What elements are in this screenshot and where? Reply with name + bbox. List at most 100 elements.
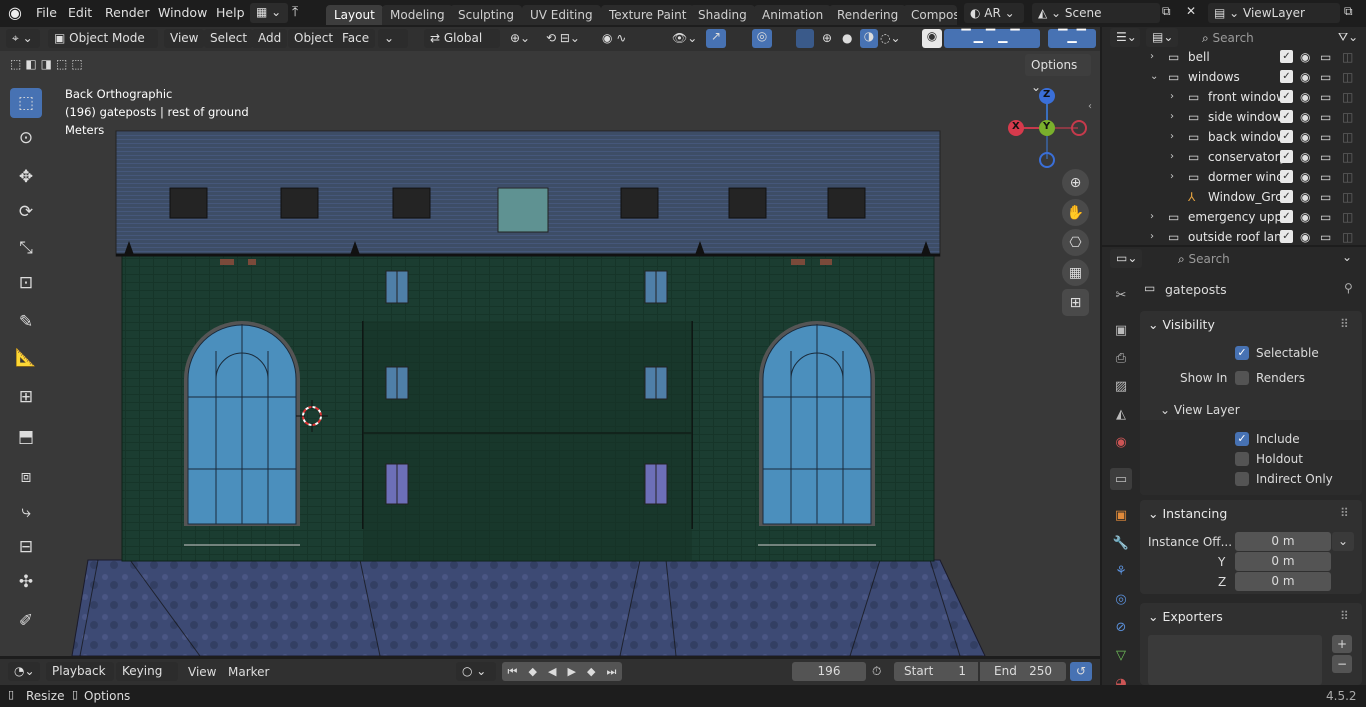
visibility-panel-header[interactable]: ⌄ Visibility (1148, 317, 1215, 332)
exclude-checkbox[interactable]: ✓ (1280, 130, 1293, 143)
render-tab-icon[interactable]: ▣ (1110, 319, 1132, 341)
instance-offset-x-field[interactable]: 0 m (1235, 532, 1331, 551)
outliner-item[interactable]: › ▭ front window ✓ ◉ ▭ ◫ (1102, 87, 1366, 107)
chevron-right-icon[interactable]: › (1150, 227, 1154, 247)
world-tab-icon[interactable]: ◉ (1110, 431, 1132, 453)
tab-sculpting[interactable]: Sculpting (450, 5, 523, 25)
eye-icon[interactable]: ◉ (1300, 67, 1310, 87)
pan-hand-icon[interactable]: ✋ (1062, 199, 1089, 226)
exporters-drag-handle-icon[interactable]: ⠿ (1340, 609, 1349, 623)
delete-scene-icon[interactable]: ✕ (1186, 4, 1196, 18)
new-view-layer-icon[interactable]: ⧉ (1344, 4, 1353, 19)
tab-uv-editing[interactable]: UV Editing (522, 5, 601, 25)
next-keyframe-icon[interactable]: ◆ (587, 665, 595, 678)
monitor-icon[interactable]: ▭ (1320, 107, 1331, 127)
chevron-right-icon[interactable]: › (1170, 147, 1174, 167)
camera-render-icon[interactable]: ◫ (1342, 67, 1353, 87)
select-box-icon[interactable]: ⬚ (10, 88, 42, 118)
chevron-right-icon[interactable]: › (1150, 207, 1154, 227)
view-layer-subpanel-header[interactable]: ⌄ View Layer (1160, 403, 1240, 417)
menu-face[interactable]: Face (336, 29, 376, 48)
pivot-icon[interactable]: ⊕⌄ (510, 31, 530, 45)
exporters-list[interactable] (1148, 635, 1322, 685)
extrude-icon[interactable]: ⬒ (10, 422, 42, 452)
tab-animation[interactable]: Animation (754, 5, 832, 25)
end-frame-field[interactable]: End 250 (980, 662, 1066, 681)
outliner-item[interactable]: › ▭ bell ✓ ◉ ▭ ◫ (1102, 47, 1366, 67)
timeline-view-menu[interactable]: View (188, 665, 216, 679)
keying-menu[interactable]: Keying ⌄ (116, 662, 178, 697)
chevron-right-icon[interactable]: › (1170, 87, 1174, 107)
monitor-icon[interactable]: ▭ (1320, 87, 1331, 107)
tab-layout[interactable]: Layout (326, 5, 383, 25)
grid-perspective-icon[interactable]: ▦ (1062, 259, 1089, 286)
menu-edit[interactable]: Edit (62, 4, 98, 22)
upload-icon[interactable]: ⤒ (292, 4, 298, 20)
camera-render-icon[interactable]: ◫ (1342, 167, 1353, 187)
move-icon[interactable]: ✥ (10, 162, 42, 192)
outliner-item[interactable]: › ▭ dormer wind ✓ ◉ ▭ ◫ (1102, 167, 1366, 187)
remove-exporter-icon[interactable]: − (1332, 655, 1352, 673)
render-engine-selector[interactable]: ◐ AR ⌄ (964, 3, 1024, 23)
camera-render-icon[interactable]: ◫ (1342, 107, 1353, 127)
exclude-checkbox[interactable]: ✓ (1280, 170, 1293, 183)
sidebar-toggle-icon[interactable]: ‹ (1088, 101, 1092, 112)
chevron-right-icon[interactable]: › (1170, 127, 1174, 147)
filter-icon[interactable]: ⛛⌄ (1338, 30, 1358, 45)
outliner-item[interactable]: ⅄ Window_Gro ✓ ◉ ▭ ◫ (1102, 187, 1366, 207)
instancing-panel-header[interactable]: ⌄ Instancing (1148, 506, 1227, 521)
measure-icon[interactable]: 📐 (10, 343, 42, 373)
outliner-display-mode-icon[interactable]: ▤⌄ (1146, 28, 1178, 47)
renders-checkbox[interactable] (1235, 371, 1249, 385)
monitor-icon[interactable]: ▭ (1320, 147, 1331, 167)
eye-icon[interactable]: ◉ (1300, 147, 1310, 167)
scene-selector[interactable]: ◭ ⌄ Scene (1032, 3, 1160, 23)
tab-texture-paint[interactable]: Texture Paint (601, 5, 695, 25)
mode-selector[interactable]: ▣ Object Mode ⌄ (48, 29, 158, 64)
monitor-icon[interactable]: ▭ (1320, 227, 1331, 247)
instancing-drag-handle-icon[interactable]: ⠿ (1340, 506, 1349, 520)
current-frame-field[interactable]: 196 (792, 662, 866, 681)
chevron-right-icon[interactable]: › (1170, 167, 1174, 187)
monitor-icon[interactable]: ▭ (1320, 67, 1331, 87)
material-shading-icon[interactable]: ◑ (860, 29, 878, 48)
tab-shading[interactable]: Shading (690, 5, 755, 25)
chevron-down-icon[interactable]: ⌄ (1150, 67, 1158, 87)
camera-render-icon[interactable]: ◫ (1342, 127, 1353, 147)
wireframe-shading-icon[interactable]: ⊕ (822, 31, 832, 45)
zoom-icon[interactable]: ⊕ (1062, 169, 1089, 196)
solid-shading-icon[interactable]: ● (842, 31, 852, 45)
eye-icon[interactable]: ◉ (1300, 187, 1310, 207)
overlay-icon[interactable]: ◎ (752, 29, 772, 48)
camera-render-icon[interactable]: ◫ (1342, 187, 1353, 207)
instance-offset-z-field[interactable]: 0 m (1235, 572, 1331, 591)
outliner-item[interactable]: › ▭ back window ✓ ◉ ▭ ◫ (1102, 127, 1366, 147)
collection-tab-icon[interactable]: ▭ (1110, 468, 1132, 490)
add-exporter-icon[interactable]: + (1332, 635, 1352, 653)
exporters-panel-header[interactable]: ⌄ Exporters (1148, 609, 1223, 624)
instance-offset-y-field[interactable]: 0 m (1235, 552, 1331, 571)
timeline-marker-menu[interactable]: Marker (228, 665, 269, 679)
drag-handle-icon[interactable]: ⠿ (1340, 317, 1349, 331)
camera-render-icon[interactable]: ◫ (1342, 147, 1353, 167)
menu-help[interactable]: Help (210, 4, 251, 22)
data-tab-icon[interactable]: ▽ (1110, 644, 1132, 666)
outliner-search[interactable]: ⌕ Search (1196, 28, 1330, 48)
exclude-checkbox[interactable]: ✓ (1280, 230, 1293, 243)
monitor-icon[interactable]: ▭ (1320, 47, 1331, 67)
proportional-edit-icon[interactable]: ◉ ∿ (602, 31, 626, 45)
outliner-item[interactable]: › ▭ emergency uppe ✓ ◉ ▭ ◫ (1102, 207, 1366, 227)
tab-compositing[interactable]: Compos (903, 5, 957, 25)
chevron-right-icon[interactable]: › (1150, 47, 1154, 67)
selectable-checkbox[interactable]: ✓ (1235, 346, 1249, 360)
tab-rendering[interactable]: Rendering (829, 5, 907, 25)
annotate-icon[interactable]: ✎ (10, 307, 42, 337)
view-layer-selector[interactable]: ▤ ⌄ ViewLayer (1208, 3, 1340, 23)
transform-orientation[interactable]: ⇄ Global ⌄ (424, 29, 500, 64)
cursor-icon[interactable]: ⊙ (10, 123, 42, 153)
include-checkbox[interactable]: ✓ (1235, 432, 1249, 446)
exclude-checkbox[interactable]: ✓ (1280, 110, 1293, 123)
outliner-item[interactable]: › ▭ conservatory ✓ ◉ ▭ ◫ (1102, 147, 1366, 167)
gizmo-icon[interactable]: ↗ (706, 29, 726, 48)
stopwatch-icon[interactable]: ⏱ (872, 664, 881, 679)
